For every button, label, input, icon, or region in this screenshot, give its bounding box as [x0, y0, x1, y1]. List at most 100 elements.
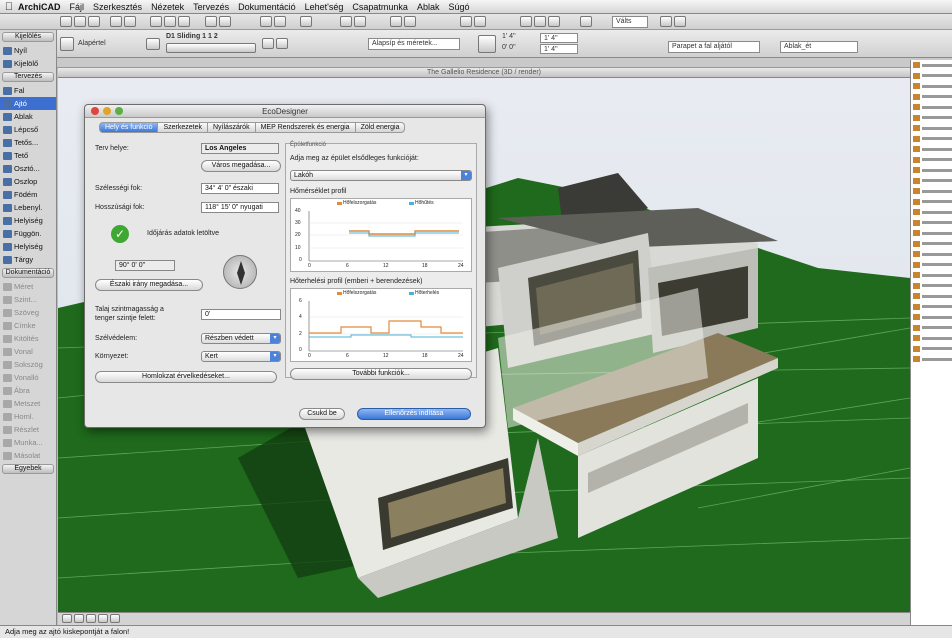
menu-options[interactable]: Lehet'ség: [305, 2, 344, 12]
menu-window[interactable]: Ablak: [417, 2, 440, 12]
parapet-select[interactable]: Parapet a fal aljától: [668, 41, 760, 53]
tree-item[interactable]: [911, 218, 952, 229]
tree-item[interactable]: [911, 291, 952, 302]
tool-section[interactable]: Metszet: [0, 397, 56, 410]
tree-item[interactable]: [911, 302, 952, 313]
save-icon[interactable]: [88, 16, 100, 27]
run-check-button[interactable]: Ellenőrzés indítása: [357, 408, 471, 420]
pen-icon[interactable]: [354, 16, 366, 27]
measure-icon[interactable]: [580, 16, 592, 27]
value-4[interactable]: 1' 4": [540, 44, 578, 54]
apple-icon[interactable]: : [0, 1, 18, 13]
menu-file[interactable]: Fájl: [70, 2, 85, 12]
tree-item[interactable]: [911, 186, 952, 197]
tool-roof[interactable]: Tető: [0, 149, 56, 162]
tree-item[interactable]: [911, 207, 952, 218]
menu-design[interactable]: Tervezés: [193, 2, 229, 12]
tool-linetype[interactable]: Vonalló: [0, 371, 56, 384]
tab-green-energy[interactable]: Zöld energia: [355, 122, 406, 133]
longitude-field[interactable]: 118° 15' 0" nyugati: [201, 202, 279, 213]
tool-worksheet[interactable]: Munka...: [0, 436, 56, 449]
toolbox-section-design[interactable]: Tervezés: [2, 72, 54, 82]
fit-icon[interactable]: [86, 614, 96, 623]
terrain-select[interactable]: Kert ▾: [201, 351, 281, 362]
snap-icon[interactable]: [404, 16, 416, 27]
zoom-in-icon[interactable]: [62, 614, 72, 623]
tool-stair[interactable]: Lépcső: [0, 123, 56, 136]
undo-icon[interactable]: [110, 16, 122, 27]
copy-icon[interactable]: [164, 16, 176, 27]
tool-column[interactable]: Oszlop: [0, 175, 56, 188]
settings-icon[interactable]: [146, 38, 160, 50]
app-menu[interactable]: ArchiCAD: [18, 2, 61, 12]
toolbox-section-select[interactable]: Kijelölés: [2, 32, 54, 42]
anchor-button[interactable]: Alapsíp és méretek...: [368, 38, 460, 50]
shading-select[interactable]: Részben védett ▾: [201, 333, 281, 344]
section-icon[interactable]: [300, 16, 312, 27]
tree-item[interactable]: [911, 249, 952, 260]
open-icon[interactable]: [74, 16, 86, 27]
3d-view-icon[interactable]: [274, 16, 286, 27]
zoom-window-icon[interactable]: [115, 107, 123, 115]
magic-wand-icon[interactable]: [219, 16, 231, 27]
value-3[interactable]: 1' 4": [540, 33, 578, 43]
tool-copy[interactable]: Másolat: [0, 449, 56, 462]
compass-icon[interactable]: [223, 255, 257, 289]
zoom-field[interactable]: Válts: [612, 16, 648, 28]
tab-location[interactable]: Hely és funkció: [99, 122, 159, 133]
tree-item[interactable]: [911, 354, 952, 365]
tree-item[interactable]: [911, 134, 952, 145]
orbit-icon[interactable]: [98, 614, 108, 623]
more-functions-button[interactable]: További funkciók...: [290, 368, 472, 380]
tool-detail[interactable]: Részlet: [0, 423, 56, 436]
north-angle-field[interactable]: 90° 0' 0": [115, 260, 175, 271]
tree-item[interactable]: [911, 92, 952, 103]
altitude-field[interactable]: 0': [201, 309, 281, 320]
menu-view[interactable]: Nézetek: [151, 2, 184, 12]
tree-item[interactable]: [911, 270, 952, 281]
zone-select[interactable]: Ablak_ét: [780, 41, 858, 53]
tool-wall[interactable]: Fal: [0, 84, 56, 97]
set-north-button[interactable]: Északi irány megadása...: [95, 279, 203, 291]
tree-item[interactable]: [911, 144, 952, 155]
plan-icon[interactable]: [260, 16, 272, 27]
menu-edit[interactable]: Szerkesztés: [93, 2, 142, 12]
tree-item[interactable]: [911, 197, 952, 208]
tool-level[interactable]: Szint...: [0, 293, 56, 306]
tree-item[interactable]: [911, 81, 952, 92]
zoom-out-icon[interactable]: [74, 614, 84, 623]
tool-marquee[interactable]: Kijelölő: [0, 57, 56, 70]
tree-item[interactable]: [911, 281, 952, 292]
preview-strip[interactable]: [166, 43, 256, 53]
tool-line[interactable]: Vonal: [0, 345, 56, 358]
align-icon[interactable]: [548, 16, 560, 27]
right-icon[interactable]: [276, 38, 288, 49]
grid-icon[interactable]: [390, 16, 402, 27]
tool-arrow[interactable]: Nyíl: [0, 44, 56, 57]
bold-icon[interactable]: [520, 16, 532, 27]
value-1[interactable]: 1' 4": [502, 33, 516, 40]
tool-zone[interactable]: Helyiség: [0, 214, 56, 227]
tree-item[interactable]: [911, 102, 952, 113]
menu-help[interactable]: Súgó: [448, 2, 469, 12]
tree-item[interactable]: [911, 239, 952, 250]
pan-icon[interactable]: [110, 614, 120, 623]
paste-icon[interactable]: [178, 16, 190, 27]
tree-item[interactable]: [911, 312, 952, 323]
tool-elevation[interactable]: Homl.: [0, 410, 56, 423]
tree-item[interactable]: [911, 123, 952, 134]
tool-door[interactable]: Ajtó: [0, 97, 56, 110]
tool-object[interactable]: Tárgy: [0, 253, 56, 266]
tool-figure[interactable]: Ábra: [0, 384, 56, 397]
cut-icon[interactable]: [150, 16, 162, 27]
marquee-icon[interactable]: [660, 16, 672, 27]
render-icon[interactable]: [460, 16, 472, 27]
close-button[interactable]: Csukd be: [299, 408, 345, 420]
tool-text[interactable]: Szöveg: [0, 306, 56, 319]
tree-item[interactable]: [911, 344, 952, 355]
tree-item[interactable]: [911, 333, 952, 344]
minimize-window-icon[interactable]: [103, 107, 111, 115]
tree-item[interactable]: [911, 323, 952, 334]
tool-label[interactable]: Címke: [0, 319, 56, 332]
tool-dimension[interactable]: Méret: [0, 280, 56, 293]
